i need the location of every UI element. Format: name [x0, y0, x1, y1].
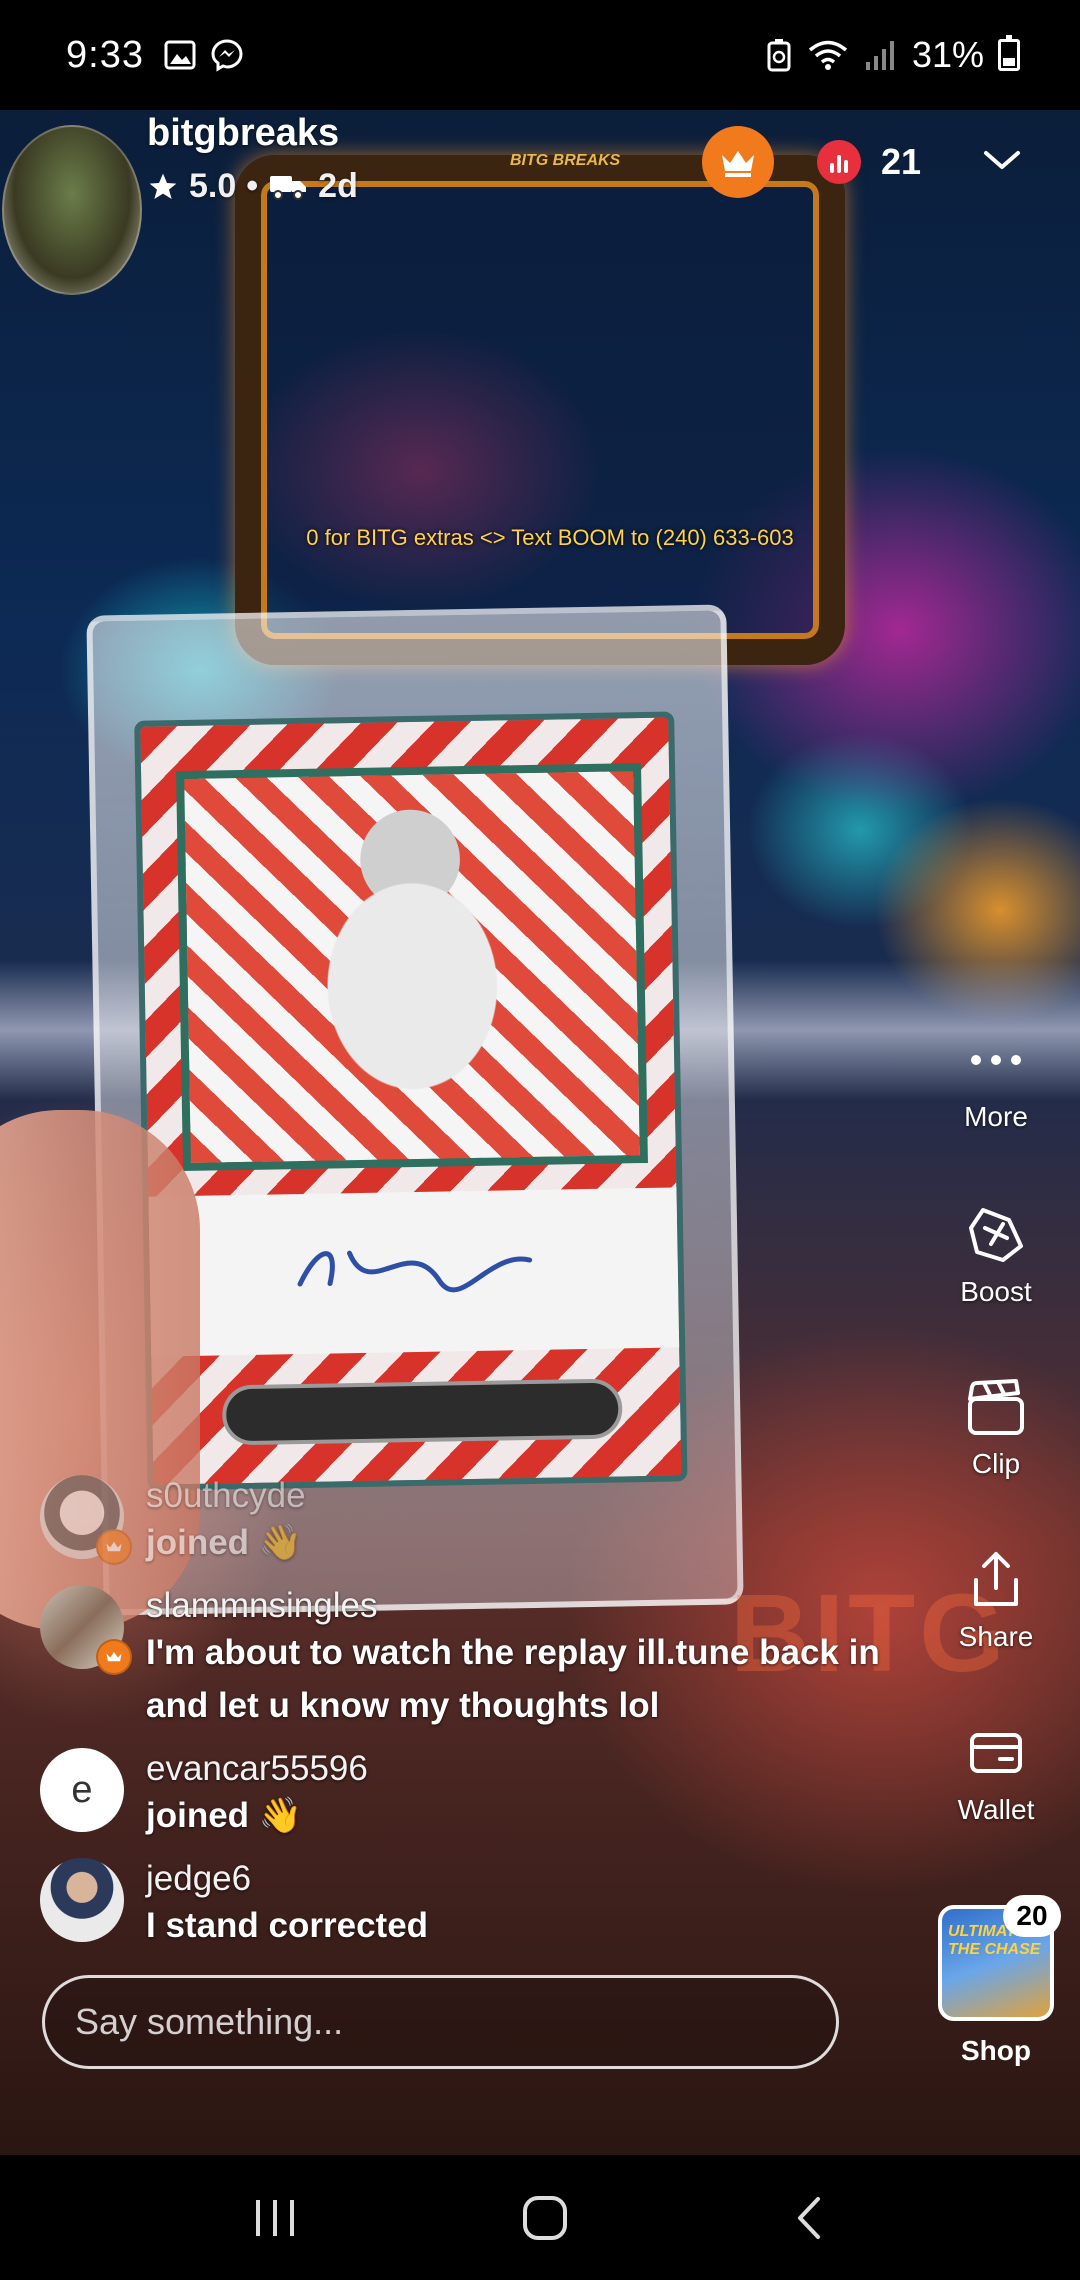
- chat-message: jedge6 I stand corrected: [40, 1858, 428, 1953]
- crown-icon: [96, 1639, 132, 1675]
- host-crown-badge[interactable]: [702, 126, 774, 198]
- live-video[interactable]: BITG BREAKS 0 for BITG extras <> Text BO…: [0, 110, 1080, 2155]
- crown-icon: [722, 151, 754, 177]
- host-shipping-days: 2d: [318, 167, 358, 205]
- battery-percent: 31%: [911, 34, 984, 75]
- host-name[interactable]: bitgbreaks: [147, 112, 339, 155]
- recent-apps-icon[interactable]: [250, 2196, 300, 2240]
- wifi-icon: [808, 40, 848, 70]
- shipping-truck-icon: [270, 175, 307, 200]
- wallet-button[interactable]: Wallet: [930, 1718, 1062, 1826]
- clip-button[interactable]: Clip: [930, 1372, 1062, 1480]
- more-label: More: [964, 1101, 1028, 1132]
- wallet-icon: [930, 1718, 1062, 1788]
- host-avatar[interactable]: [2, 125, 142, 295]
- battery-icon: [998, 35, 1020, 71]
- trading-card: [134, 711, 688, 1491]
- wallet-label: Wallet: [957, 1794, 1035, 1825]
- chat-input[interactable]: [75, 2001, 836, 2043]
- boost-label: Boost: [960, 1276, 1032, 1307]
- card-nameplate: [221, 1378, 623, 1446]
- chat-message: slammnsingles I'm about to watch the rep…: [40, 1585, 906, 1732]
- chat-text: I'm about to watch the replay ill.tune b…: [146, 1633, 880, 1725]
- chat-input-container[interactable]: [42, 1975, 839, 2069]
- back-icon[interactable]: [790, 2193, 830, 2243]
- boost-button[interactable]: Boost: [930, 1200, 1062, 1308]
- status-system-icons: 31%: [766, 34, 1020, 76]
- chat-text: joined 👋: [146, 1796, 303, 1835]
- more-button[interactable]: More: [930, 1025, 1062, 1133]
- signal-icon: [865, 41, 894, 70]
- live-viewers-icon: [817, 140, 861, 184]
- chat-username[interactable]: evancar55596: [146, 1748, 368, 1790]
- system-nav-bar: [0, 2155, 1080, 2280]
- more-icon: [930, 1025, 1062, 1095]
- chevron-down-icon[interactable]: [980, 145, 1024, 175]
- gallery-icon: [164, 40, 196, 70]
- star-icon: [149, 173, 177, 199]
- chat-text: I stand corrected: [146, 1906, 429, 1945]
- shop-count-badge: 20: [1003, 1895, 1061, 1937]
- crown-icon: [96, 1529, 132, 1565]
- chat-text: joined 👋: [146, 1523, 303, 1562]
- viewer-count-button[interactable]: 21: [817, 140, 921, 184]
- home-icon[interactable]: [520, 2193, 570, 2243]
- clip-label: Clip: [971, 1448, 1021, 1479]
- host-meta: 5.0 • 2d: [147, 167, 358, 206]
- chat-username[interactable]: jedge6: [146, 1858, 428, 1900]
- boost-icon: [930, 1200, 1062, 1270]
- clip-icon: [930, 1372, 1062, 1442]
- meta-separator: •: [246, 167, 259, 205]
- chat-avatar[interactable]: [40, 1475, 132, 1565]
- chat-username[interactable]: slammnsingles: [146, 1585, 906, 1627]
- chat-username[interactable]: s0uthcyde: [146, 1475, 306, 1517]
- stream-overlay-logo: BITG BREAKS: [510, 152, 621, 169]
- shop-label[interactable]: Shop: [930, 2035, 1062, 2067]
- status-time: 9:33: [66, 33, 144, 76]
- chat-avatar[interactable]: e: [40, 1748, 124, 1832]
- viewer-count: 21: [881, 141, 922, 182]
- host-rating: 5.0: [189, 167, 237, 205]
- chat-message: e evancar55596 joined 👋: [40, 1748, 368, 1843]
- share-icon: [930, 1545, 1062, 1615]
- stream-overlay-ticker: 0 for BITG extras <> Text BOOM to (240) …: [306, 525, 794, 550]
- card-autograph: [148, 1187, 680, 1357]
- chat-avatar[interactable]: [40, 1858, 124, 1942]
- status-bar: 9:33 31%: [0, 0, 1080, 110]
- battery-saver-icon: [767, 39, 791, 72]
- chat-avatar[interactable]: [40, 1585, 132, 1675]
- status-notification-icons: [164, 38, 244, 72]
- chat-avatar-initial: e: [71, 1768, 93, 1811]
- share-button[interactable]: Share: [930, 1545, 1062, 1653]
- messenger-icon: [211, 39, 243, 72]
- share-label: Share: [958, 1621, 1034, 1652]
- chat-message: s0uthcyde joined 👋: [40, 1475, 306, 1570]
- card-player-photo: [176, 763, 648, 1172]
- stream-overlay-frame: [235, 155, 845, 665]
